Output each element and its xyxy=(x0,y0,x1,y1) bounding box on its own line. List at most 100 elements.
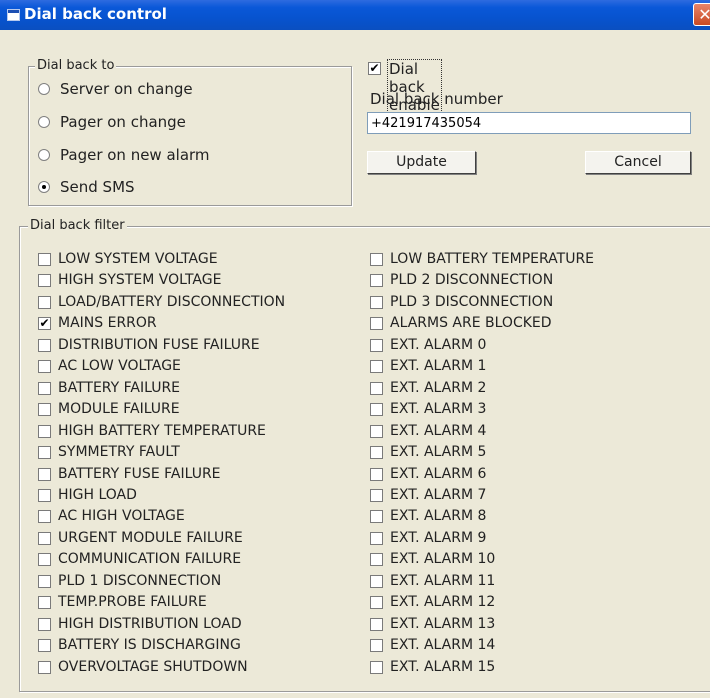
checkbox-box[interactable] xyxy=(370,338,383,352)
checkbox-box[interactable] xyxy=(370,381,383,395)
checkbox-box[interactable] xyxy=(38,381,51,395)
checkbox-box[interactable] xyxy=(370,467,383,481)
dial-back-number-input[interactable] xyxy=(367,112,691,134)
filter-checkbox-label: LOW SYSTEM VOLTAGE xyxy=(58,251,218,267)
dial-back-to-legend: Dial back to xyxy=(35,58,117,73)
checkbox-box[interactable] xyxy=(38,467,51,481)
checkbox-box[interactable] xyxy=(38,338,51,352)
checkbox-box[interactable] xyxy=(370,317,383,331)
checkbox-box[interactable] xyxy=(370,531,383,545)
filter-checkbox-label: EXT. ALARM 15 xyxy=(390,658,496,675)
checkbox-box[interactable] xyxy=(370,274,383,288)
checkbox-box[interactable] xyxy=(38,553,51,567)
filter-checkbox-label: AC LOW VOLTAGE xyxy=(58,358,181,375)
checkbox-box[interactable] xyxy=(370,660,383,674)
filter-checkbox-label: EXT. ALARM 7 xyxy=(390,486,487,503)
filter-checkbox-label: BATTERY IS DISCHARGING xyxy=(58,637,241,654)
filter-checkbox-label: EXT. ALARM 8 xyxy=(390,508,487,525)
filter-checkbox-label: ALARMS ARE BLOCKED xyxy=(390,315,552,332)
filter-checkbox-label: LOW BATTERY TEMPERATURE xyxy=(390,251,595,267)
filter-checkbox-label: EXT. ALARM 13 xyxy=(390,615,496,632)
checkbox-box[interactable] xyxy=(38,574,51,588)
close-icon: ✕ xyxy=(698,5,710,24)
dial-back-filter-legend: Dial back filter xyxy=(28,218,127,233)
title-bar[interactable]: Dial back control ✕ xyxy=(0,0,710,30)
checkbox-box[interactable] xyxy=(38,360,51,374)
checkbox-box[interactable] xyxy=(38,253,51,266)
radio-label: Server on change xyxy=(60,80,193,98)
window-title: Dial back control xyxy=(24,5,167,23)
filter-checkbox-label: OVERVOLTAGE SHUTDOWN xyxy=(58,658,248,675)
filter-checkbox-label: MAINS ERROR xyxy=(58,315,157,332)
checkbox-box[interactable] xyxy=(38,531,51,545)
checkbox-box[interactable] xyxy=(370,639,383,653)
filter-checkbox-label: EXT. ALARM 4 xyxy=(390,422,487,439)
checkbox-box[interactable] xyxy=(38,488,51,502)
filter-checkbox-label: EXT. ALARM 12 xyxy=(390,594,496,611)
filter-checkbox-label: EXT. ALARM 9 xyxy=(390,529,487,546)
filter-checkbox-label: AC HIGH VOLTAGE xyxy=(58,508,185,525)
filter-checkbox-label: TEMP.PROBE FAILURE xyxy=(58,594,207,611)
filter-checkbox-label: SYMMETRY FAULT xyxy=(58,444,180,461)
radio-label: Pager on new alarm xyxy=(60,146,210,164)
checkbox-box[interactable] xyxy=(370,596,383,610)
cancel-button[interactable]: Cancel xyxy=(585,151,691,174)
filter-checkbox-label: PLD 1 DISCONNECTION xyxy=(58,572,222,589)
checkbox-box[interactable] xyxy=(370,574,383,588)
checkbox-box[interactable] xyxy=(370,488,383,502)
radio-label: Send SMS xyxy=(60,178,135,196)
radio-label: Pager on change xyxy=(60,113,186,131)
filter-checkbox-label: LOAD/BATTERY DISCONNECTION xyxy=(58,293,286,310)
filter-checkbox-label: EXT. ALARM 14 xyxy=(390,637,496,654)
filter-checkbox-label: BATTERY FUSE FAILURE xyxy=(58,465,221,482)
checkbox-box[interactable] xyxy=(38,403,51,417)
checkbox-box[interactable] xyxy=(370,403,383,417)
filter-checkbox-label: HIGH SYSTEM VOLTAGE xyxy=(58,272,222,289)
checkbox-box[interactable] xyxy=(370,553,383,567)
checkbox-box[interactable] xyxy=(38,617,51,631)
filter-checkbox-label: PLD 2 DISCONNECTION xyxy=(390,272,554,289)
filter-checkbox-label: EXT. ALARM 3 xyxy=(390,401,487,418)
window-app-icon xyxy=(7,9,20,21)
radio-button[interactable] xyxy=(38,181,50,193)
filter-checkbox-label: EXT. ALARM 1 xyxy=(390,358,487,375)
checkbox-box[interactable] xyxy=(370,617,383,631)
dial-back-number-label: Dial back number xyxy=(370,90,503,108)
filter-checkbox-label: BATTERY FAILURE xyxy=(58,379,181,396)
filter-checkbox-label: HIGH BATTERY TEMPERATURE xyxy=(58,422,266,439)
filter-checkbox-label: EXT. ALARM 6 xyxy=(390,465,487,482)
checkbox-box[interactable] xyxy=(38,424,51,438)
checkbox-box[interactable] xyxy=(38,660,51,674)
close-button[interactable]: ✕ xyxy=(693,3,710,26)
filter-checkbox-label: EXT. ALARM 5 xyxy=(390,444,487,461)
filter-checkbox-label: PLD 3 DISCONNECTION xyxy=(390,293,554,310)
radio-button[interactable] xyxy=(38,116,50,128)
checkbox-box[interactable]: ✔ xyxy=(368,62,381,75)
checkbox-box[interactable] xyxy=(370,295,383,309)
checkbox-box[interactable] xyxy=(370,510,383,524)
dial-back-dialog: Dial back control ✕ Dial back to Server … xyxy=(0,0,710,698)
checkbox-box[interactable] xyxy=(370,360,383,374)
filter-checkbox-label: HIGH DISTRIBUTION LOAD xyxy=(58,615,242,632)
checkbox-box[interactable] xyxy=(38,510,51,524)
filter-checkbox-label: HIGH LOAD xyxy=(58,486,137,503)
radio-button[interactable] xyxy=(38,83,50,95)
checkbox-box[interactable] xyxy=(38,274,51,288)
update-button[interactable]: Update xyxy=(367,151,476,174)
checkbox-box[interactable] xyxy=(38,639,51,653)
filter-checkbox-label: EXT. ALARM 11 xyxy=(390,572,496,589)
filter-checkbox-label: COMMUNICATION FAILURE xyxy=(58,551,242,568)
checkbox-box[interactable] xyxy=(38,596,51,610)
filter-checkbox-label: EXT. ALARM 0 xyxy=(390,336,487,353)
checkbox-box[interactable] xyxy=(38,446,51,460)
filter-checkbox-label: EXT. ALARM 2 xyxy=(390,379,487,396)
checkbox-box[interactable] xyxy=(370,424,383,438)
filter-checkbox-label: MODULE FAILURE xyxy=(58,401,180,418)
filter-checkbox-label: URGENT MODULE FAILURE xyxy=(58,529,243,546)
radio-button[interactable] xyxy=(38,149,50,161)
checkbox-box[interactable]: ✔ xyxy=(38,317,51,331)
checkbox-box[interactable] xyxy=(38,295,51,309)
checkbox-box[interactable] xyxy=(370,446,383,460)
filter-checkbox-label: EXT. ALARM 10 xyxy=(390,551,496,568)
checkbox-box[interactable] xyxy=(370,253,383,266)
